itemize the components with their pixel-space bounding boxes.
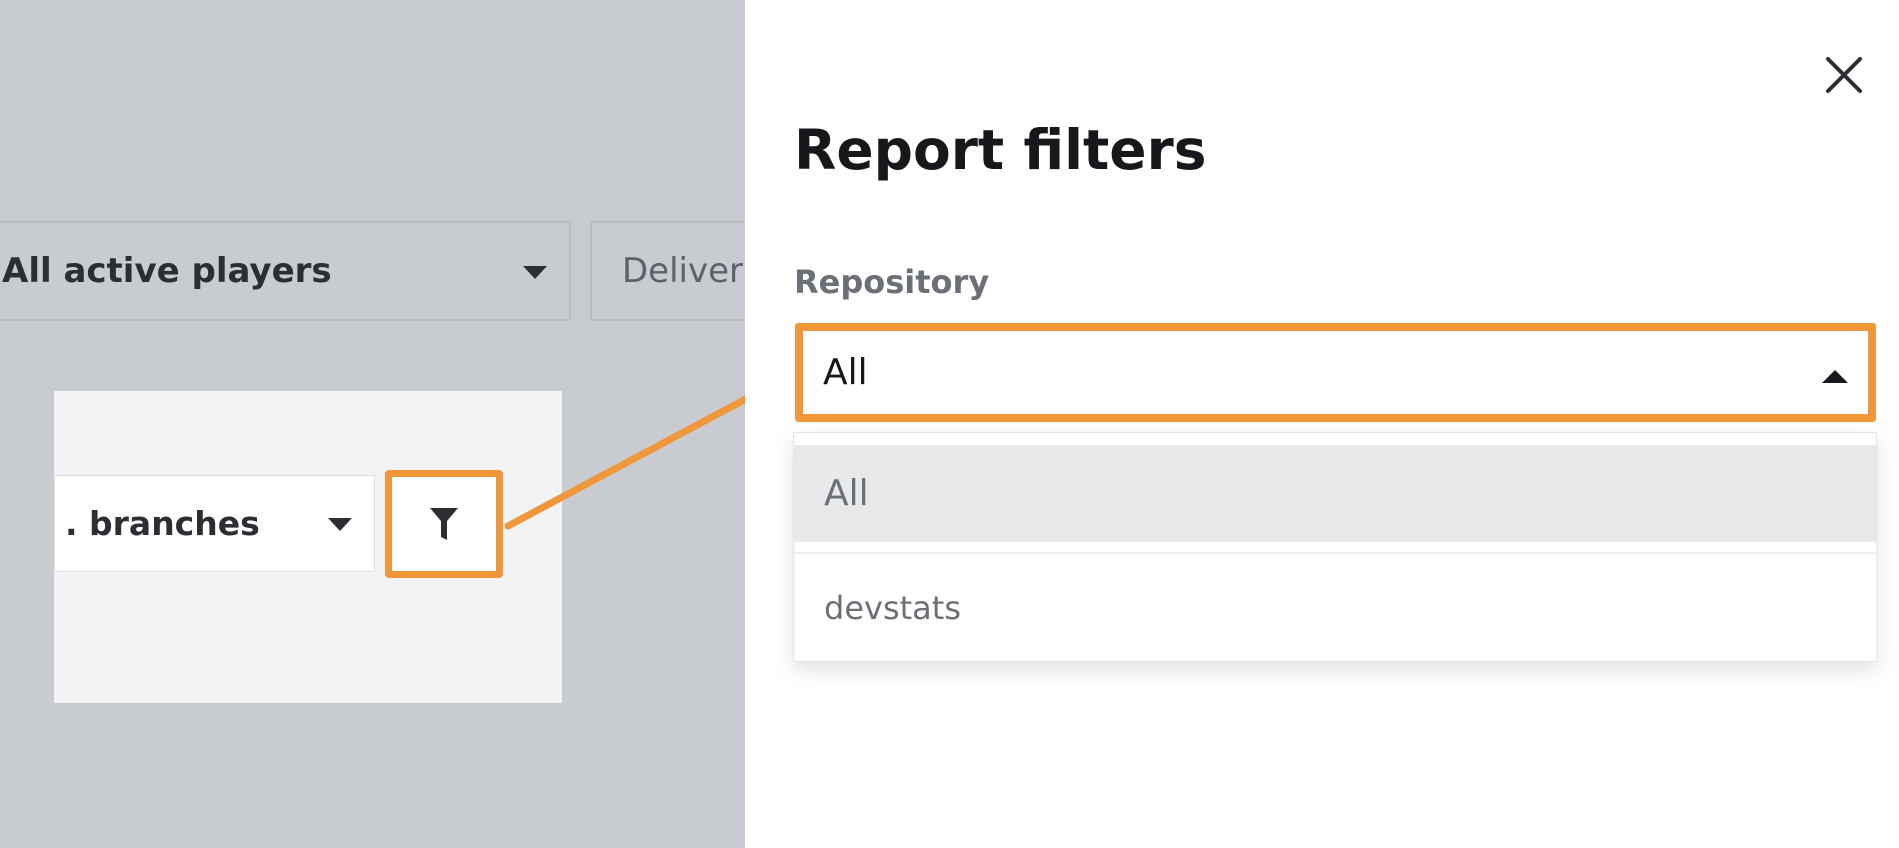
dropdown-option-devstats[interactable]: devstats — [794, 558, 1876, 658]
report-filters-drawer: Report filters Repository All All devsta… — [745, 0, 1899, 848]
chevron-up-icon — [1822, 370, 1848, 383]
branches-select-label: . branches — [65, 504, 260, 543]
players-select[interactable]: All active players — [0, 221, 571, 321]
chevron-down-icon — [328, 518, 352, 531]
repository-dropdown-menu: All devstats — [793, 432, 1877, 662]
widget-card: . branches — [54, 391, 562, 703]
dropdown-divider — [794, 552, 1876, 554]
repository-label: Repository — [794, 263, 990, 301]
filter-button[interactable] — [385, 470, 503, 578]
deliver-select-label: Deliver — [622, 251, 744, 291]
repository-select[interactable]: All — [795, 323, 1876, 422]
drawer-title: Report filters — [794, 118, 1207, 182]
close-icon — [1826, 57, 1862, 93]
filter-icon — [430, 508, 458, 540]
chevron-down-icon — [523, 266, 547, 279]
background-app: All active players Deliver . branches — [0, 0, 745, 848]
deliver-select[interactable]: Deliver — [590, 221, 745, 321]
branches-select[interactable]: . branches — [54, 475, 375, 572]
dropdown-option-all[interactable]: All — [794, 445, 1876, 542]
close-button[interactable] — [1819, 50, 1869, 100]
repository-select-value: All — [823, 352, 868, 393]
players-select-label: All active players — [2, 251, 332, 291]
